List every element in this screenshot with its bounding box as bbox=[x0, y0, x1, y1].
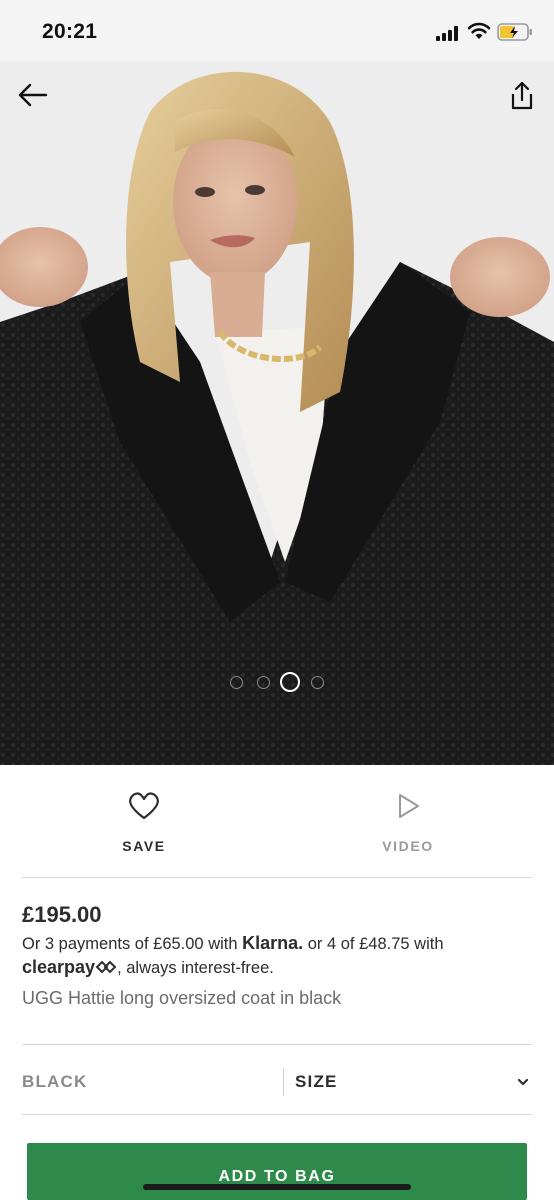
status-time: 20:21 bbox=[42, 20, 98, 43]
share-icon[interactable] bbox=[506, 80, 538, 112]
home-indicator bbox=[143, 1184, 411, 1190]
product-image-gallery[interactable] bbox=[0, 62, 554, 765]
save-button[interactable]: SAVE bbox=[69, 765, 219, 877]
product-title: UGG Hattie long oversized coat in black bbox=[22, 988, 342, 1008]
installments-prefix: Or 3 payments of £65.00 with bbox=[22, 935, 243, 953]
product-price: £195.00 bbox=[22, 902, 102, 927]
divider bbox=[22, 1114, 532, 1115]
gallery-pagination bbox=[226, 672, 336, 692]
clearpay-link[interactable]: clearpay bbox=[22, 957, 117, 977]
play-icon bbox=[399, 794, 419, 818]
video-label: VIDEO bbox=[382, 838, 434, 854]
installments-suffix: , always interest-free. bbox=[117, 959, 274, 977]
product-photo bbox=[0, 62, 554, 765]
save-label: SAVE bbox=[122, 838, 166, 854]
colour-value: BLACK bbox=[22, 1072, 88, 1091]
pagination-dot[interactable] bbox=[311, 676, 324, 689]
pagination-dot[interactable] bbox=[230, 676, 243, 689]
wifi-icon bbox=[467, 22, 491, 39]
klarna-link[interactable]: Klarna. bbox=[242, 933, 303, 953]
status-bar: 20:21 bbox=[0, 0, 554, 62]
divider bbox=[22, 877, 532, 878]
arrow-left-icon[interactable] bbox=[16, 80, 50, 110]
pagination-dot[interactable] bbox=[257, 676, 270, 689]
installment-info: Or 3 payments of £65.00 with Klarna. or … bbox=[22, 932, 532, 980]
signal-icon bbox=[436, 25, 460, 41]
chevron-down-icon bbox=[517, 1078, 529, 1086]
divider bbox=[22, 1044, 532, 1045]
heart-icon bbox=[129, 792, 159, 820]
video-button[interactable]: VIDEO bbox=[333, 765, 483, 877]
clearpay-logo-text: clearpay bbox=[22, 957, 96, 977]
product-actions: SAVE VIDEO bbox=[0, 765, 554, 877]
clearpay-arrows-icon bbox=[95, 960, 117, 974]
size-label: SIZE bbox=[295, 1072, 338, 1091]
size-dropdown[interactable]: SIZE bbox=[284, 1060, 534, 1104]
pagination-dot-active[interactable] bbox=[280, 672, 300, 692]
add-to-bag-button[interactable]: ADD TO BAG bbox=[27, 1143, 527, 1200]
installments-middle: or 4 of £48.75 with bbox=[303, 935, 444, 953]
battery-icon bbox=[497, 23, 532, 41]
